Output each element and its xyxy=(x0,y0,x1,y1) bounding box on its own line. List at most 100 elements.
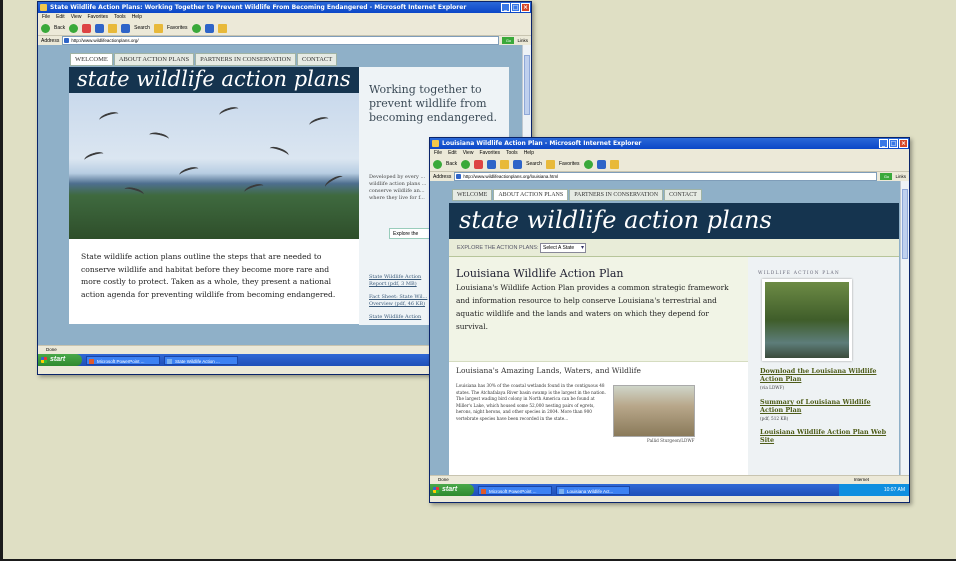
start-button[interactable]: start xyxy=(38,354,82,366)
home-icon[interactable] xyxy=(500,159,510,169)
taskbar-louisiana[interactable]: Louisiana Wildlife Act... xyxy=(556,485,630,495)
search-label[interactable]: Search xyxy=(134,25,150,31)
taskbar-powerpoint[interactable]: Microsoft PowerPoint ... xyxy=(86,355,160,365)
tab-welcome[interactable]: WELCOME xyxy=(70,53,113,66)
page-title: Louisiana Wildlife Action Plan xyxy=(456,267,624,280)
site-banner[interactable]: state wildlife action plans xyxy=(449,203,899,239)
back-icon[interactable] xyxy=(433,159,442,169)
ie-toolbar: Back Search Favorites xyxy=(38,21,531,36)
tagline: Working together to prevent wildlife fro… xyxy=(369,83,498,124)
links-button[interactable]: Links xyxy=(895,174,906,179)
right-rail: WILDLIFE ACTION PLAN Download the Louisi… xyxy=(748,257,899,475)
window-controls: _ □ × xyxy=(879,139,908,148)
close-icon[interactable]: × xyxy=(899,139,908,148)
explore-bar: EXPLORE THE ACTION PLANS: Select A State xyxy=(449,239,899,257)
status-bar: Done Internet xyxy=(430,475,909,483)
favorites-icon[interactable] xyxy=(545,159,555,169)
photo-caption: Pallid Sturgeon/LDWF xyxy=(647,438,695,443)
download-plan-link[interactable]: Download the Louisiana Wildlife Action P… xyxy=(760,367,895,383)
summary-plan-note: (pdf, 512 KB) xyxy=(760,416,789,421)
links-button[interactable]: Links xyxy=(517,38,528,43)
print-icon[interactable] xyxy=(609,159,619,169)
intro-text: State wildlife action plans outline the … xyxy=(69,239,359,324)
address-label: Address xyxy=(41,37,60,44)
refresh-icon[interactable] xyxy=(95,23,105,33)
home-icon[interactable] xyxy=(108,23,118,33)
history-icon[interactable] xyxy=(191,23,201,33)
tab-partners[interactable]: PARTNERS IN CONSERVATION xyxy=(569,189,664,201)
tab-contact[interactable]: CONTACT xyxy=(297,53,338,66)
window-titlebar[interactable]: Louisiana Wildlife Action Plan - Microso… xyxy=(430,138,909,149)
window-titlebar[interactable]: State Wildlife Action Plans: Working Tog… xyxy=(38,2,531,13)
menu-edit[interactable]: Edit xyxy=(448,149,457,157)
taskbar-powerpoint[interactable]: Microsoft PowerPoint ... xyxy=(478,485,552,495)
taskbar-state-wildlife[interactable]: State Wildlife Action ... xyxy=(164,355,238,365)
stop-icon[interactable] xyxy=(82,23,92,33)
birds-photo xyxy=(69,93,359,239)
site-nav: WELCOME ABOUT ACTION PLANS PARTNERS IN C… xyxy=(452,189,703,201)
back-label[interactable]: Back xyxy=(446,161,457,167)
download-plan-note: (via LDWF) xyxy=(760,385,785,390)
minimize-icon[interactable]: _ xyxy=(501,3,510,12)
site-nav: WELCOME ABOUT ACTION PLANS PARTNERS IN C… xyxy=(70,53,338,66)
refresh-icon[interactable] xyxy=(487,159,497,169)
favorites-icon[interactable] xyxy=(153,23,163,33)
menu-file[interactable]: File xyxy=(434,149,442,157)
close-icon[interactable]: × xyxy=(521,3,530,12)
window-title: State Wildlife Action Plans: Working Tog… xyxy=(50,4,467,11)
print-icon[interactable] xyxy=(217,23,227,33)
search-label[interactable]: Search xyxy=(526,161,542,167)
sturgeon-photo xyxy=(613,385,695,437)
stop-icon[interactable] xyxy=(474,159,484,169)
ie-app-icon xyxy=(432,140,439,147)
rail-heading: WILDLIFE ACTION PLAN xyxy=(758,271,840,276)
menu-help[interactable]: Help xyxy=(524,149,534,157)
website-link[interactable]: Louisiana Wildlife Action Plan Web Site xyxy=(760,428,895,444)
tab-partners[interactable]: PARTNERS IN CONSERVATION xyxy=(195,53,297,66)
menu-favorites[interactable]: Favorites xyxy=(87,13,108,21)
favorites-label[interactable]: Favorites xyxy=(559,161,580,167)
explore-label: EXPLORE THE ACTION PLANS: xyxy=(457,245,539,251)
section-body: Louisiana has 30% of the coastal wetland… xyxy=(456,383,606,421)
back-label[interactable]: Back xyxy=(54,25,65,31)
summary-plan-link[interactable]: Summary of Louisiana Wildlife Action Pla… xyxy=(760,398,895,414)
address-input[interactable]: http://www.wildlifeactionplans.org/ xyxy=(62,36,500,45)
forward-icon[interactable] xyxy=(461,159,471,169)
menu-favorites[interactable]: Favorites xyxy=(479,149,500,157)
tab-about-action-plans[interactable]: ABOUT ACTION PLANS xyxy=(493,189,569,201)
tab-contact[interactable]: CONTACT xyxy=(664,189,702,201)
address-label: Address xyxy=(433,173,452,180)
mail-icon[interactable] xyxy=(596,159,606,169)
menu-edit[interactable]: Edit xyxy=(56,13,65,21)
state-select[interactable]: Select A State xyxy=(540,242,587,253)
search-icon[interactable] xyxy=(121,23,131,33)
go-button[interactable]: Go xyxy=(880,173,893,180)
site-banner[interactable]: state wildlife action plans xyxy=(69,67,359,93)
menu-tools[interactable]: Tools xyxy=(506,149,518,157)
mail-icon[interactable] xyxy=(204,23,214,33)
menu-help[interactable]: Help xyxy=(132,13,142,21)
menu-file[interactable]: File xyxy=(42,13,50,21)
maximize-icon[interactable]: □ xyxy=(511,3,520,12)
menu-view[interactable]: View xyxy=(463,149,474,157)
taskbar: start Microsoft PowerPoint ... Louisiana… xyxy=(430,484,909,496)
status-text: Done xyxy=(438,477,449,482)
minimize-icon[interactable]: _ xyxy=(879,139,888,148)
address-input[interactable]: http://www.wildlifeactionplans.org/louis… xyxy=(454,172,878,181)
main-content: Louisiana Wildlife Action Plan Louisiana… xyxy=(449,257,899,475)
history-icon[interactable] xyxy=(583,159,593,169)
intro-text: Louisiana's Wildlife Action Plan provide… xyxy=(456,283,729,331)
favorites-label[interactable]: Favorites xyxy=(167,25,188,31)
maximize-icon[interactable]: □ xyxy=(889,139,898,148)
search-icon[interactable] xyxy=(513,159,523,169)
forward-icon[interactable] xyxy=(69,23,79,33)
menu-bar: File Edit View Favorites Tools Help xyxy=(430,149,909,157)
back-icon[interactable] xyxy=(41,23,50,33)
tab-about-action-plans[interactable]: ABOUT ACTION PLANS xyxy=(113,53,195,66)
scrollbar[interactable] xyxy=(900,181,909,475)
go-button[interactable]: Go xyxy=(502,37,515,44)
tab-welcome[interactable]: WELCOME xyxy=(452,189,493,201)
menu-view[interactable]: View xyxy=(71,13,82,21)
menu-tools[interactable]: Tools xyxy=(114,13,126,21)
start-button[interactable]: start xyxy=(430,484,474,496)
